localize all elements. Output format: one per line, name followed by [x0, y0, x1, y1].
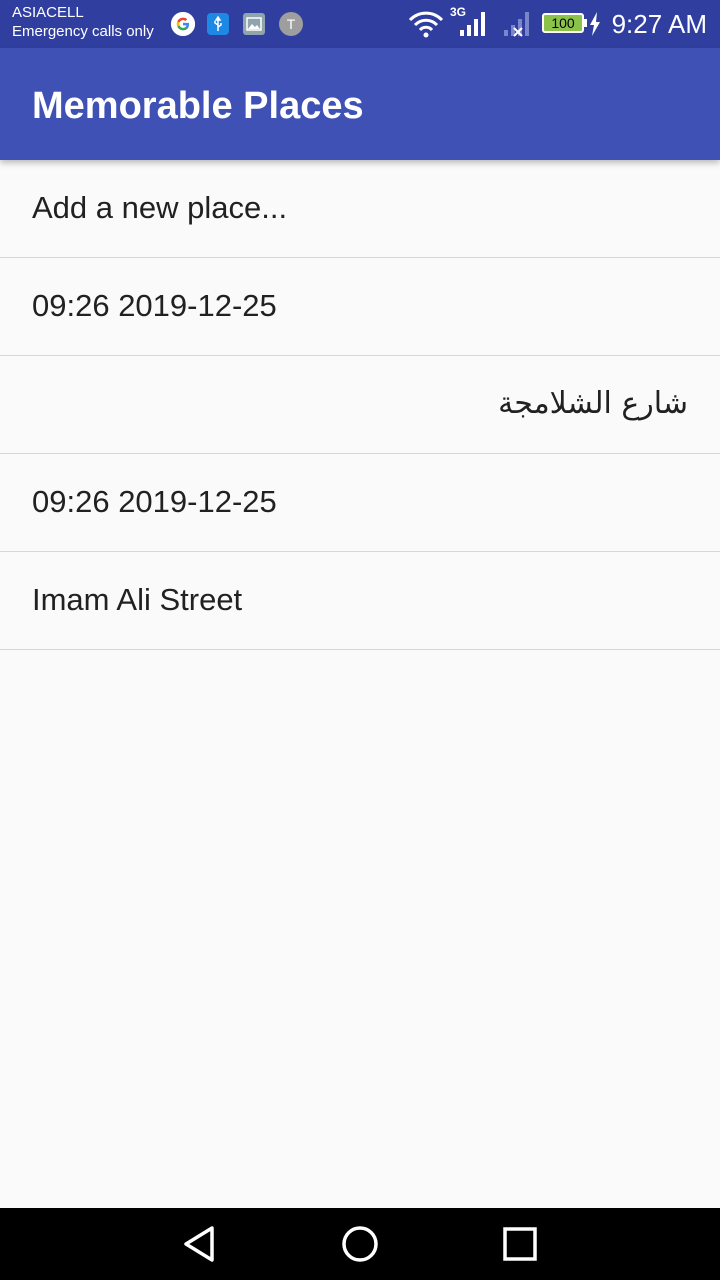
page-title: Memorable Places — [32, 85, 364, 127]
image-icon — [243, 13, 265, 35]
list-item-label: شارع الشلامجة — [498, 386, 688, 421]
status-bar: ASIACELL Emergency calls only T 3G 100 9… — [0, 0, 720, 48]
list-item[interactable]: شارع الشلامجة — [0, 356, 720, 454]
battery-cap — [584, 19, 587, 27]
clock: 9:27 AM — [611, 9, 707, 39]
signal-3g-icon: 3G — [450, 5, 492, 40]
carrier-name: ASIACELL — [12, 4, 84, 21]
list-item-label: 09:26 2019-12-25 — [32, 484, 277, 519]
list-item-label: Add a new place... — [32, 190, 288, 225]
add-place-item[interactable]: Add a new place... — [0, 160, 720, 258]
carrier-status: Emergency calls only — [12, 23, 154, 40]
usb-icon — [207, 13, 229, 35]
list-item[interactable]: Imam Ali Street — [0, 552, 720, 650]
wifi-icon — [408, 11, 444, 38]
carrier-info: ASIACELL Emergency calls only — [12, 5, 154, 40]
back-icon[interactable] — [180, 1224, 220, 1264]
home-icon[interactable] — [340, 1224, 380, 1264]
charging-icon — [590, 12, 600, 36]
t-icon: T — [279, 12, 303, 36]
app-bar: Memorable Places — [0, 48, 720, 160]
list-item[interactable]: 09:26 2019-12-25 — [0, 258, 720, 356]
list-item-label: 09:26 2019-12-25 — [32, 288, 277, 323]
list-item-label: Imam Ali Street — [32, 582, 243, 617]
battery-level: 100 — [551, 15, 575, 31]
places-list: Add a new place... 09:26 2019-12-25 شارع… — [0, 160, 720, 650]
recents-icon[interactable] — [500, 1224, 540, 1264]
signal-no-sim-icon — [504, 12, 529, 37]
navigation-bar — [0, 1208, 720, 1280]
list-item[interactable]: 09:26 2019-12-25 — [0, 454, 720, 552]
google-icon — [171, 12, 195, 36]
